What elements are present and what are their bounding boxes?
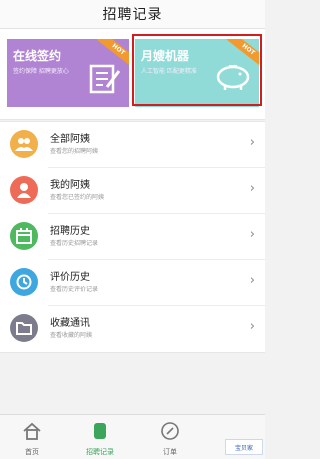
item-title: 收藏通讯 xyxy=(50,318,90,329)
record-icon xyxy=(90,421,110,445)
list-item-all-nannies[interactable]: 全部阿姨 查看您的招聘阿姨 › xyxy=(0,122,265,168)
app-header: 招聘记录 xyxy=(0,0,265,29)
list-item-recruit-history[interactable]: 招聘历史 查看历史招聘记录 › xyxy=(0,214,265,260)
list-item-my-nanny[interactable]: 我的阿姨 查看您已签约的阿姨 › xyxy=(0,168,265,214)
item-subtitle: 查看收藏的阿姨 xyxy=(50,332,93,339)
tab-records[interactable]: 招聘记录 xyxy=(70,415,130,459)
person-icon xyxy=(10,176,38,204)
item-title: 全部阿姨 xyxy=(50,134,90,145)
item-subtitle: 查看历史评价记录 xyxy=(50,286,99,293)
page-title: 招聘记录 xyxy=(102,7,163,23)
chevron-right-icon: › xyxy=(249,319,255,334)
chevron-right-icon: › xyxy=(249,227,255,242)
item-subtitle: 查看您已签约的阿姨 xyxy=(50,194,105,201)
item-title: 我的阿姨 xyxy=(50,180,90,191)
card-subtitle: 签约保障 招聘更放心 xyxy=(13,68,69,75)
item-subtitle: 查看历史招聘记录 xyxy=(50,240,99,247)
tab-label: 招聘记录 xyxy=(86,448,114,456)
compass-icon xyxy=(160,421,180,445)
people-icon xyxy=(10,130,38,158)
chevron-right-icon: › xyxy=(249,135,255,150)
highlight-box xyxy=(132,34,262,106)
item-subtitle: 查看您的招聘阿姨 xyxy=(50,148,99,155)
folder-icon xyxy=(10,314,38,342)
home-icon xyxy=(22,421,42,445)
tab-label: 订单 xyxy=(163,448,177,456)
online-sign-card[interactable]: 在线签约 签约保障 招聘更放心 HOT xyxy=(7,39,129,107)
chevron-right-icon: › xyxy=(249,273,255,288)
list-item-review-history[interactable]: 评价历史 查看历史评价记录 › xyxy=(0,260,265,306)
bottom-tab-bar: 首页 招聘记录 订单 宝贝家 xyxy=(0,414,265,459)
tab-home[interactable]: 首页 xyxy=(2,415,62,459)
tab-label: 首页 xyxy=(25,448,39,456)
contract-icon xyxy=(87,61,121,99)
item-title: 招聘历史 xyxy=(50,226,90,237)
card-title: 在线签约 xyxy=(13,49,62,63)
list-item-favorites[interactable]: 收藏通讯 查看收藏的阿姨 › xyxy=(0,306,265,352)
calendar-icon xyxy=(10,222,38,250)
clock-icon xyxy=(10,268,38,296)
item-title: 评价历史 xyxy=(50,272,90,283)
record-list: 全部阿姨 查看您的招聘阿姨 › 我的阿姨 查看您已签约的阿姨 › 招聘历史 查看… xyxy=(0,121,265,353)
tab-orders[interactable]: 订单 xyxy=(140,415,200,459)
chevron-right-icon: › xyxy=(249,181,255,196)
watermark-logo: 宝贝家 xyxy=(225,439,263,455)
